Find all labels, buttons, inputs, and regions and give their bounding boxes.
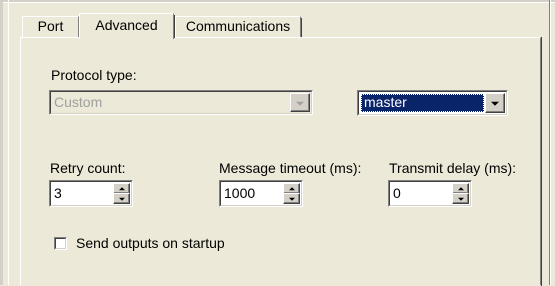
tab-advanced-label: Advanced <box>95 17 158 33</box>
protocol-type-value: Custom <box>54 94 103 110</box>
retry-count-value: 3 <box>54 185 62 201</box>
chevron-down-icon <box>296 101 304 106</box>
send-outputs-label[interactable]: Send outputs on startup <box>76 235 225 251</box>
spin-down-icon <box>288 197 295 201</box>
tab-advanced[interactable]: Advanced <box>79 13 175 39</box>
chevron-down-icon <box>491 101 499 106</box>
retry-count-down-button[interactable] <box>113 193 130 204</box>
transmit-delay-label: Transmit delay (ms): <box>389 160 517 176</box>
message-timeout-down-button[interactable] <box>283 193 300 204</box>
frame-left-highlight <box>8 0 9 285</box>
message-timeout-value: 1000 <box>224 185 256 201</box>
tab-port[interactable]: Port <box>22 16 80 38</box>
tab-communications[interactable]: Communications <box>175 16 302 38</box>
send-outputs-checkbox[interactable] <box>54 237 67 250</box>
message-timeout-label: Message timeout (ms): <box>219 160 362 176</box>
protocol-mode-select[interactable]: master <box>357 90 508 116</box>
protocol-mode-value: master <box>364 94 407 110</box>
transmit-delay-spinner[interactable]: 0 <box>388 180 472 207</box>
frame-right-highlight <box>550 0 551 285</box>
tab-communications-label: Communications <box>185 18 291 34</box>
transmit-delay-down-button[interactable] <box>452 193 469 204</box>
protocol-type-dropdown-button[interactable] <box>290 93 310 112</box>
transmit-delay-value: 0 <box>393 185 401 201</box>
spin-up-icon <box>457 186 464 190</box>
spin-up-icon <box>118 186 125 190</box>
frame-left-border <box>0 0 3 285</box>
protocol-mode-dropdown-button[interactable] <box>485 93 505 113</box>
frame-top-border <box>0 0 555 3</box>
spin-down-icon <box>457 197 464 201</box>
spin-up-icon <box>288 186 295 190</box>
tab-port-label: Port <box>37 18 64 34</box>
retry-count-spinner[interactable]: 3 <box>49 180 133 207</box>
spin-down-icon <box>118 197 125 201</box>
message-timeout-spinner[interactable]: 1000 <box>219 180 303 207</box>
retry-count-label: Retry count: <box>50 160 126 176</box>
protocol-type-select[interactable]: Custom <box>49 90 313 115</box>
protocol-type-label: Protocol type: <box>51 67 137 83</box>
